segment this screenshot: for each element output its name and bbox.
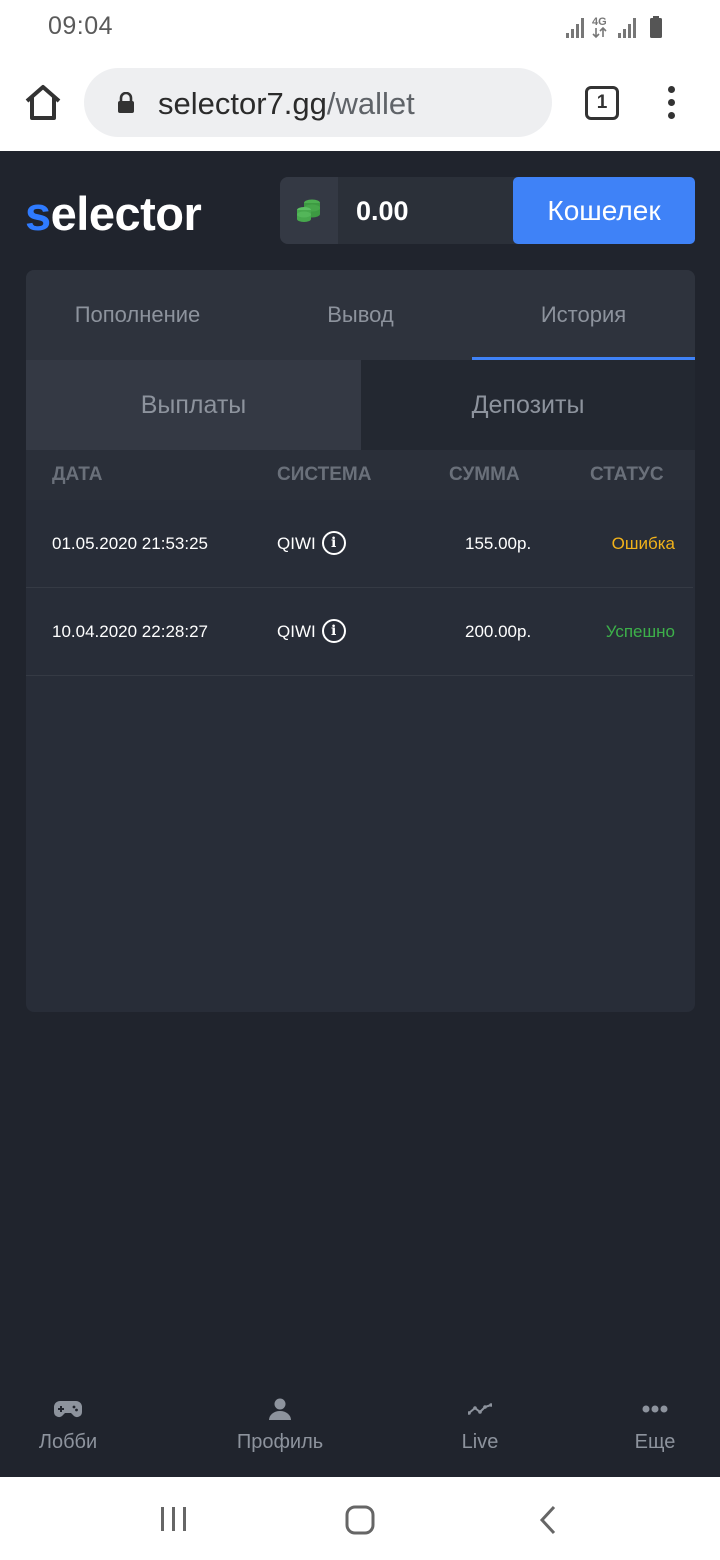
info-icon[interactable]: i bbox=[321, 530, 346, 555]
tab-withdraw[interactable]: Вывод bbox=[249, 270, 472, 360]
nav-live[interactable]: Live bbox=[400, 1375, 560, 1454]
row-date: 10.04.2020 22:28:27 bbox=[52, 622, 208, 641]
url-host: selector7.gg bbox=[158, 86, 327, 121]
signal-icon-2 bbox=[618, 18, 636, 38]
balance-value: 0.00 bbox=[356, 196, 409, 226]
status-icons: 4G bbox=[566, 16, 662, 39]
coins-icon bbox=[297, 199, 320, 222]
coins-tile bbox=[280, 177, 338, 244]
row-system: QIWI i bbox=[277, 588, 346, 675]
browser-toolbar: selector7.gg/wallet 1 bbox=[0, 56, 720, 151]
home-icon[interactable] bbox=[22, 82, 64, 124]
history-subtabs: Выплаты Депозиты bbox=[26, 360, 695, 450]
row-system-label: QIWI bbox=[277, 622, 316, 641]
row-date: 01.05.2020 21:53:25 bbox=[52, 534, 208, 553]
browser-menu-icon[interactable] bbox=[664, 86, 678, 122]
status-bar: 09:04 4G bbox=[0, 0, 720, 56]
url-path: /wallet bbox=[326, 86, 415, 121]
wallet-button[interactable]: Кошелек bbox=[513, 177, 695, 244]
site-logo[interactable]: selector bbox=[25, 186, 202, 241]
table-row: 10.04.2020 22:28:27 QIWI i 200.00р. Успеш… bbox=[26, 588, 693, 676]
column-system: СИСТЕМА bbox=[277, 464, 372, 485]
tab-deposit[interactable]: Пополнение bbox=[26, 270, 249, 360]
nav-profile[interactable]: Профиль bbox=[200, 1375, 360, 1454]
row-amount: 155.00р. bbox=[465, 534, 532, 553]
tab-history[interactable]: История bbox=[472, 270, 695, 360]
url-text: selector7.gg/wallet bbox=[158, 86, 415, 122]
nav-label: Еще bbox=[634, 1431, 676, 1453]
info-icon[interactable]: i bbox=[321, 618, 346, 643]
lock-icon bbox=[118, 92, 134, 113]
nav-label: Лобби bbox=[38, 1431, 98, 1453]
subtab-deposits[interactable]: Депозиты bbox=[361, 360, 695, 450]
user-icon bbox=[269, 1398, 291, 1420]
column-amount: СУММА bbox=[449, 464, 520, 485]
column-status: СТАТУС bbox=[590, 464, 664, 485]
balance-display: 0.00 bbox=[280, 177, 520, 244]
row-status: Успешно bbox=[605, 622, 675, 641]
nav-more[interactable]: Еще bbox=[575, 1375, 720, 1454]
table-header: ДАТА СИСТЕМА СУММА СТАТУС bbox=[26, 450, 695, 500]
logo-text: elector bbox=[50, 187, 202, 240]
nav-label: Live bbox=[461, 1431, 499, 1453]
live-chart-icon bbox=[468, 1403, 492, 1415]
address-bar[interactable]: selector7.gg/wallet bbox=[84, 68, 552, 137]
signal-icon bbox=[566, 18, 584, 38]
nav-label: Профиль bbox=[236, 1431, 324, 1453]
table-row: 01.05.2020 21:53:25 QIWI i 155.00р. Ошибк… bbox=[26, 500, 693, 588]
back-icon[interactable] bbox=[538, 1504, 558, 1536]
logo-letter: s bbox=[25, 187, 51, 240]
row-amount: 200.00р. bbox=[465, 622, 532, 641]
row-status: Ошибка bbox=[611, 534, 675, 553]
nav-lobby[interactable]: Лобби bbox=[0, 1375, 148, 1454]
more-dots-icon bbox=[642, 1405, 668, 1413]
recent-apps-icon[interactable] bbox=[159, 1505, 189, 1533]
network-type-label: 4G bbox=[592, 16, 607, 28]
row-system-label: QIWI bbox=[277, 534, 316, 553]
system-navigation-bar bbox=[0, 1477, 720, 1560]
subtab-payouts[interactable]: Выплаты bbox=[26, 360, 361, 450]
row-system: QIWI i bbox=[277, 500, 346, 587]
wallet-tabs: Пополнение Вывод История bbox=[26, 270, 695, 360]
home-nav-icon[interactable] bbox=[344, 1504, 376, 1536]
battery-icon bbox=[650, 16, 662, 38]
bottom-navigation: Лобби Профиль Live Еще bbox=[0, 1375, 720, 1475]
gamepad-icon bbox=[54, 1401, 82, 1417]
column-date: ДАТА bbox=[52, 464, 103, 485]
status-time: 09:04 bbox=[48, 12, 114, 40]
tab-switcher-button[interactable]: 1 bbox=[585, 86, 619, 120]
wallet-card: Пополнение Вывод История Выплаты Депозит… bbox=[26, 270, 695, 1012]
